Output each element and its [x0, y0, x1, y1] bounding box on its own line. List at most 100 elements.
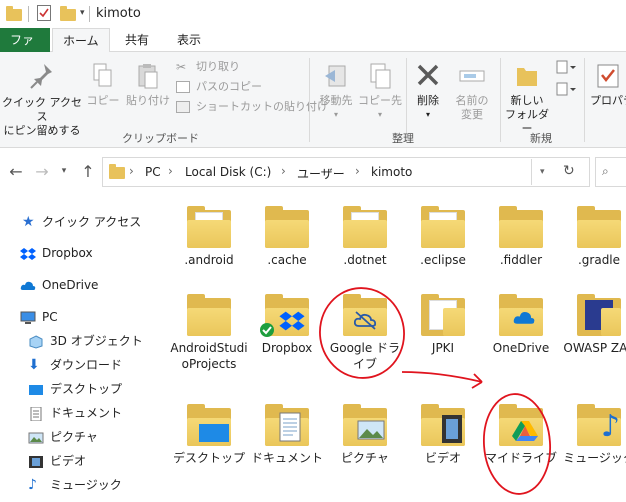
tab-home[interactable]: ホーム — [52, 28, 110, 53]
chevron-right-icon: › — [168, 164, 173, 178]
sidebar-item-pictures[interactable]: ピクチャ — [28, 426, 98, 448]
folder-icon — [187, 294, 231, 336]
folder-item-fiddler[interactable]: .fiddler — [482, 206, 560, 268]
folder-item-owasp-zap[interactable]: OWASP ZAP — [560, 294, 626, 356]
rename-label: 名前の 変更 — [455, 94, 489, 121]
new-folder-quick-icon[interactable] — [60, 6, 76, 21]
folder-item-eclipse[interactable]: .eclipse — [404, 206, 482, 268]
folder-name: .fiddler — [499, 253, 543, 267]
new-folder-button[interactable]: 新しい フォルダー — [504, 62, 550, 136]
new-item-icon — [556, 60, 576, 74]
folder-item-android[interactable]: .android — [170, 206, 248, 268]
address-bar[interactable]: › PC › Local Disk (C:) › ユーザー › kimoto ▾… — [102, 157, 590, 187]
computer-icon — [20, 310, 36, 324]
sidebar-item-desktop[interactable]: デスクトップ — [28, 378, 122, 400]
breadcrumb-local-disk[interactable]: Local Disk (C:) — [185, 165, 271, 179]
sidebar-item-label: ドキュメント — [50, 406, 123, 420]
back-arrow-icon[interactable]: ← — [6, 162, 26, 181]
copy-to-label: コピー先 — [358, 94, 402, 107]
sidebar-item-dropbox[interactable]: Dropbox — [20, 242, 93, 264]
folder-item-my-drive[interactable]: マイドライブ — [482, 404, 560, 466]
folder-item-androidstudioprojects[interactable]: AndroidStudioProjects — [170, 294, 248, 372]
folder-icon — [265, 404, 309, 446]
tab-file[interactable]: ファイル — [0, 28, 50, 71]
search-icon: ⌕ — [602, 164, 609, 178]
folder-name: マイドライブ — [484, 451, 557, 465]
copy-button[interactable]: コピー — [86, 62, 120, 108]
folder-item-gradle[interactable]: .gradle — [560, 206, 626, 268]
paste-shortcut-button[interactable]: ショートカットの貼り付け — [176, 98, 328, 116]
toolbar-divider — [89, 6, 90, 22]
copy-path-button[interactable]: パスのコピー — [176, 78, 262, 96]
folder-item-cache[interactable]: .cache — [248, 206, 326, 268]
easy-access-button[interactable] — [554, 82, 578, 100]
folder-item-desktop[interactable]: デスクトップ — [170, 404, 248, 466]
sidebar-item-label: 3D オブジェクト — [50, 334, 143, 348]
folder-name: OneDrive — [492, 341, 550, 355]
delete-button[interactable]: 削除 ▾ — [410, 62, 446, 122]
folder-item-dropbox[interactable]: Dropbox — [248, 294, 326, 356]
breadcrumb-users[interactable]: ユーザー — [297, 165, 345, 182]
folder-item-onedrive[interactable]: OneDrive — [482, 294, 560, 356]
film-icon — [28, 454, 44, 468]
folder-item-pictures[interactable]: ピクチャ — [326, 404, 404, 466]
clipboard-group-label: クリップボード — [122, 132, 199, 145]
new-item-button[interactable] — [554, 60, 578, 78]
new-folder-icon — [517, 68, 537, 86]
chevron-down-icon: ▾ — [333, 110, 338, 119]
pin-label: クイック アクセス にピン留めする — [2, 96, 82, 137]
sidebar-item-downloads[interactable]: ⬇ ダウンロード — [28, 354, 122, 376]
sidebar-item-quick-access[interactable]: ★ クイック アクセス — [22, 211, 141, 233]
folder-name: ピクチャ — [341, 451, 389, 465]
address-dropdown-icon[interactable]: ▾ — [540, 167, 545, 177]
refresh-icon[interactable]: ↻ — [563, 163, 575, 179]
shortcut-icon — [176, 101, 190, 113]
folder-item-dotnet[interactable]: .dotnet — [326, 206, 404, 268]
picture-icon — [357, 420, 385, 440]
tab-view[interactable]: 表示 — [167, 28, 211, 52]
folder-name: Google ドライブ — [329, 341, 401, 371]
folder-name: ビデオ — [424, 451, 461, 465]
sidebar-item-onedrive[interactable]: OneDrive — [20, 274, 98, 296]
sidebar-item-documents[interactable]: ドキュメント — [28, 402, 122, 424]
sidebar-item-music[interactable]: ♪ ミュージック — [28, 474, 122, 496]
tab-share[interactable]: 共有 — [115, 28, 159, 52]
folder-item-music[interactable]: ♪ ミュージック — [560, 404, 626, 466]
forward-arrow-icon[interactable]: → — [32, 162, 52, 181]
breadcrumb-pc[interactable]: PC — [145, 165, 161, 179]
breadcrumb-kimoto[interactable]: kimoto — [371, 165, 412, 179]
paste-button[interactable]: 貼り付け — [124, 62, 172, 108]
recent-locations-icon[interactable]: ▾ — [54, 166, 74, 176]
search-box[interactable]: ⌕ — [595, 157, 626, 187]
pin-to-quick-access-button[interactable]: クイック アクセス にピン留めする — [2, 62, 82, 138]
customize-quick-access-icon[interactable]: ▾ — [80, 8, 85, 18]
sidebar-item-pc[interactable]: PC — [20, 306, 58, 328]
sidebar-item-videos[interactable]: ビデオ — [28, 450, 86, 472]
chevron-right-icon: › — [355, 164, 360, 178]
navigation-pane: ★ クイック アクセス Dropbox OneDrive PC 3D オブジェク… — [0, 196, 160, 502]
copy-to-icon — [370, 63, 391, 89]
up-arrow-icon[interactable]: ↑ — [78, 162, 98, 181]
properties-button[interactable]: プロパテ — [590, 62, 626, 108]
organize-group-label: 整理 — [392, 132, 414, 145]
folder-name: OWASP ZAP — [563, 341, 626, 355]
cut-button[interactable]: ✂ 切り取り — [176, 58, 240, 76]
document-icon — [279, 412, 301, 442]
folder-item-videos[interactable]: ビデオ — [404, 404, 482, 466]
chevron-right-icon: › — [129, 164, 134, 178]
folder-item-jpki[interactable]: JPKI — [404, 294, 482, 356]
rename-button[interactable]: 名前の 変更 — [450, 62, 494, 122]
google-drive-icon — [512, 421, 538, 441]
folder-icon — [499, 206, 543, 248]
properties-icon[interactable] — [37, 5, 51, 21]
move-to-button[interactable]: 移動先 ▾ — [316, 62, 356, 122]
folder-item-google-drive[interactable]: Google ドライブ — [326, 294, 404, 372]
folder-icon[interactable] — [6, 6, 22, 21]
sidebar-item-3d-objects[interactable]: 3D オブジェクト — [28, 330, 143, 352]
move-to-label: 移動先 — [319, 94, 353, 107]
scissors-icon: ✂ — [176, 60, 187, 74]
folder-item-documents[interactable]: ドキュメント — [248, 404, 326, 466]
paste-icon — [138, 64, 158, 89]
copy-to-button[interactable]: コピー先 ▾ — [358, 62, 402, 122]
delete-icon — [417, 64, 439, 86]
